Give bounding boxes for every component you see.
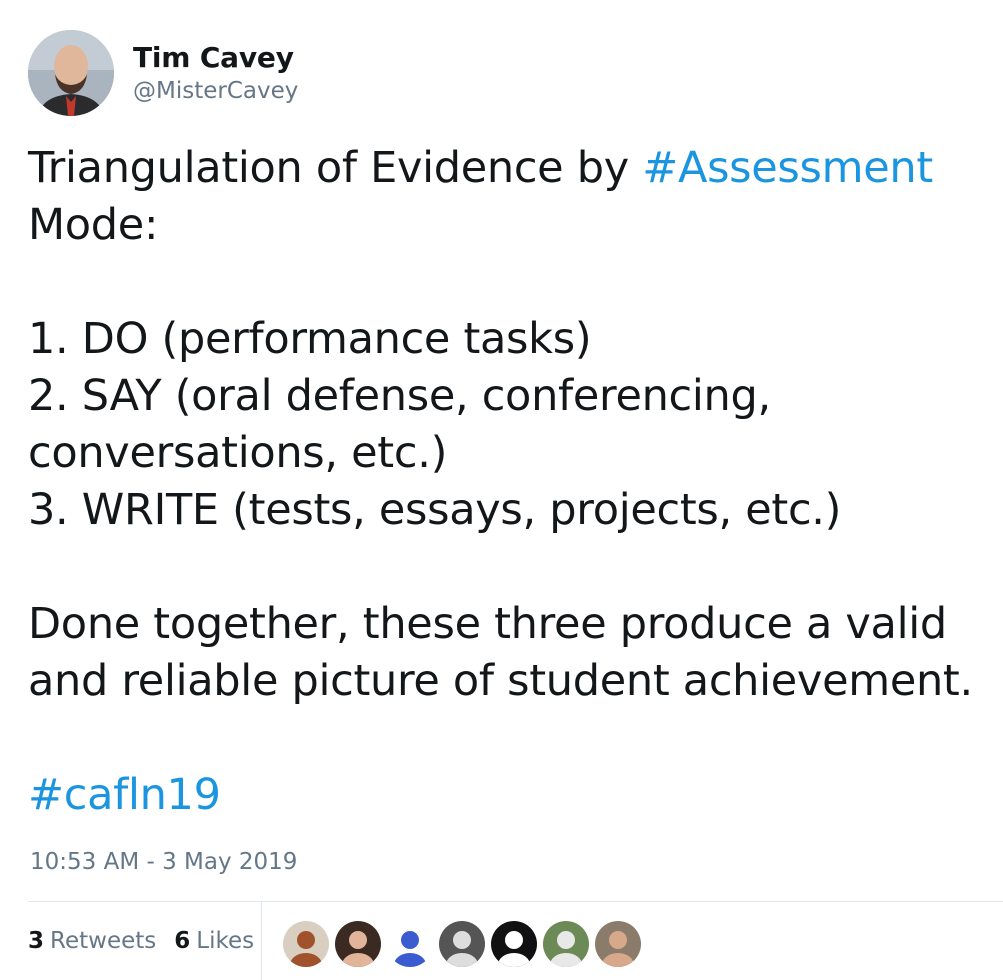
author-display-name[interactable]: Tim Cavey bbox=[133, 40, 298, 76]
tweet-text-segment: and reliable picture of student achievem… bbox=[28, 656, 973, 706]
tweet-line: conversations, etc.) bbox=[28, 425, 998, 482]
tweet-text-segment: Triangulation of Evidence by bbox=[28, 143, 643, 193]
user-avatar-icon bbox=[491, 921, 537, 967]
tweet-text-segment: 1. DO (performance tasks) bbox=[28, 314, 592, 364]
user-avatar-icon bbox=[439, 921, 485, 967]
stats-separator bbox=[261, 902, 262, 980]
author-avatar[interactable] bbox=[28, 30, 114, 116]
tweet-line: 2. SAY (oral defense, conferencing, bbox=[28, 368, 998, 425]
user-avatar-icon bbox=[335, 921, 381, 967]
liker-avatar-3[interactable] bbox=[387, 921, 433, 967]
liker-avatar-6[interactable] bbox=[543, 921, 589, 967]
user-avatar-icon bbox=[595, 921, 641, 967]
user-avatar-icon bbox=[283, 921, 329, 967]
retweets-stat[interactable]: 3 Retweets bbox=[28, 928, 156, 954]
user-avatar-icon bbox=[543, 921, 589, 967]
tweet-line: and reliable picture of student achievem… bbox=[28, 653, 998, 710]
liker-avatar-5[interactable] bbox=[491, 921, 537, 967]
liker-avatar-4[interactable] bbox=[439, 921, 485, 967]
tweet-header: Tim Cavey @MisterCavey bbox=[28, 29, 298, 117]
tweet-text-segment: Done together, these three produce a val… bbox=[28, 599, 947, 649]
retweets-count: 3 bbox=[28, 928, 45, 954]
liker-avatar-7[interactable] bbox=[595, 921, 641, 967]
liker-avatar-1[interactable] bbox=[283, 921, 329, 967]
hashtag-link[interactable]: #cafln19 bbox=[28, 770, 221, 820]
tweet-line: #cafln19 bbox=[28, 767, 998, 824]
liker-avatar-2[interactable] bbox=[335, 921, 381, 967]
author-names: Tim Cavey @MisterCavey bbox=[133, 40, 298, 106]
tweet-line: Done together, these three produce a val… bbox=[28, 596, 998, 653]
tweet-text: Triangulation of Evidence by #Assessment… bbox=[28, 140, 998, 824]
likes-label: Likes bbox=[196, 928, 255, 954]
likes-stat[interactable]: 6 Likes bbox=[174, 928, 254, 954]
user-avatar-icon bbox=[387, 921, 433, 967]
tweet-text-segment: Mode: bbox=[28, 200, 159, 250]
tweet-line: Triangulation of Evidence by #Assessment bbox=[28, 140, 998, 197]
hashtag-link[interactable]: #Assessment bbox=[642, 143, 933, 193]
retweets-label: Retweets bbox=[50, 928, 157, 954]
tweet-text-segment: 3. WRITE (tests, essays, projects, etc.) bbox=[28, 485, 842, 535]
liker-avatars bbox=[283, 921, 647, 967]
user-avatar-icon bbox=[28, 30, 114, 116]
tweet-line: Mode: bbox=[28, 197, 998, 254]
tweet-stats: 3 Retweets 6 Likes bbox=[28, 902, 272, 980]
tweet-timestamp[interactable]: 10:53 AM - 3 May 2019 bbox=[30, 846, 297, 878]
tweet-line: 1. DO (performance tasks) bbox=[28, 311, 998, 368]
author-handle[interactable]: @MisterCavey bbox=[133, 76, 298, 106]
likes-count: 6 bbox=[174, 928, 191, 954]
tweet-line: 3. WRITE (tests, essays, projects, etc.) bbox=[28, 482, 998, 539]
tweet-text-segment: 2. SAY (oral defense, conferencing, bbox=[28, 371, 771, 421]
tweet-text-segment: conversations, etc.) bbox=[28, 428, 448, 478]
